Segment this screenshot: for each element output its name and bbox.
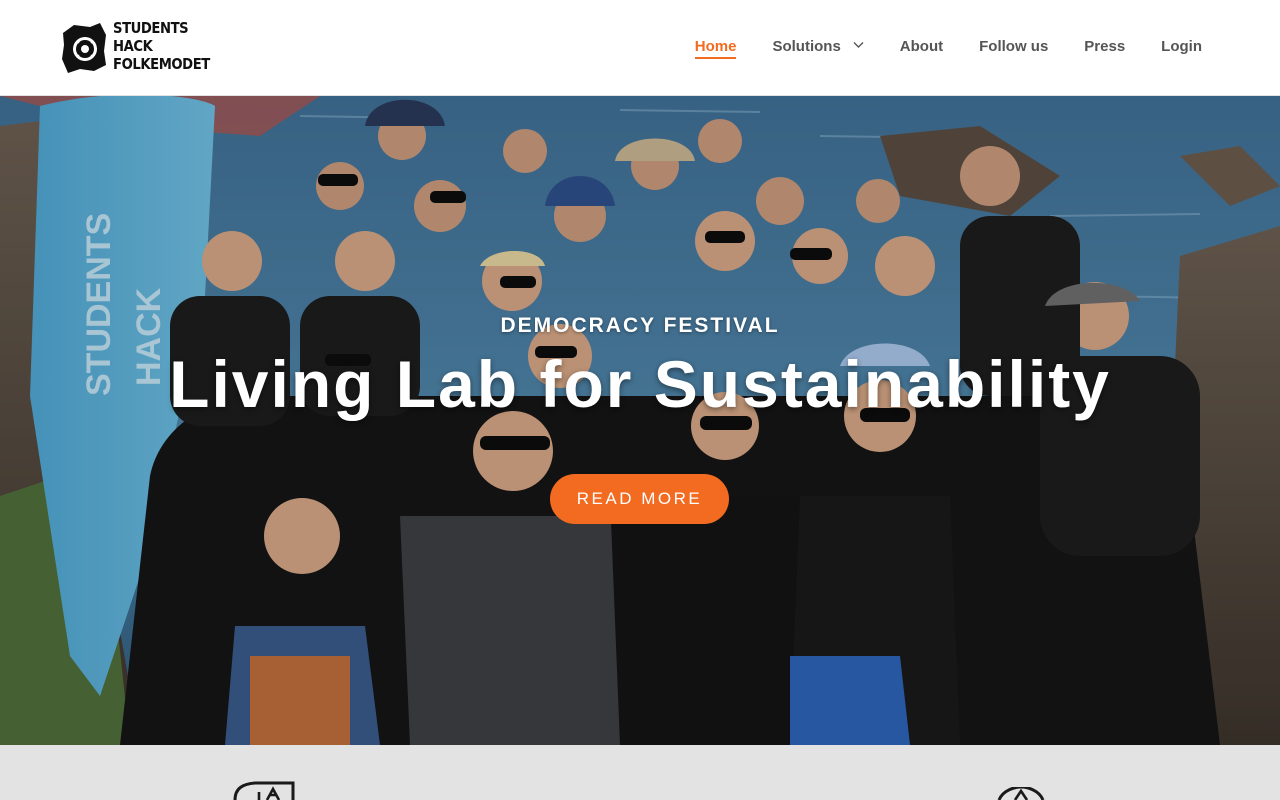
logo-line-3: FOLKEMODET <box>113 55 210 73</box>
main-nav: Home Solutions About Follow us Press Log… <box>659 38 1202 60</box>
site-logo[interactable]: STUDENTS HACK FOLKEMODET <box>60 19 210 75</box>
logo-wordmark: STUDENTS HACK FOLKEMODET <box>113 19 210 73</box>
read-more-button[interactable]: READ MORE <box>550 474 729 524</box>
nav-home[interactable]: Home <box>694 38 736 60</box>
hero-section: STUDENTS HACK DEMOCRACY FESTIVAL Living … <box>0 96 1280 745</box>
hero-eyebrow: DEMOCRACY FESTIVAL <box>500 314 780 337</box>
nav-about[interactable]: About <box>900 38 943 60</box>
features-band <box>0 745 1280 800</box>
compass-icon <box>997 787 1045 800</box>
chevron-down-icon <box>853 42 864 48</box>
nav-login[interactable]: Login <box>1161 38 1202 60</box>
hero-title: Living Lab for Sustainability <box>169 347 1111 421</box>
nav-solutions-label: Solutions <box>772 38 841 55</box>
nav-solutions[interactable]: Solutions <box>772 38 864 60</box>
diploma-icon <box>233 781 295 800</box>
logo-line-1: STUDENTS <box>113 19 189 37</box>
eye-logo-icon <box>62 23 106 73</box>
logo-line-2: HACK <box>113 37 153 55</box>
nav-follow-us[interactable]: Follow us <box>979 38 1048 60</box>
nav-press[interactable]: Press <box>1084 38 1125 60</box>
site-header: STUDENTS HACK FOLKEMODET Home Solutions … <box>0 0 1280 96</box>
